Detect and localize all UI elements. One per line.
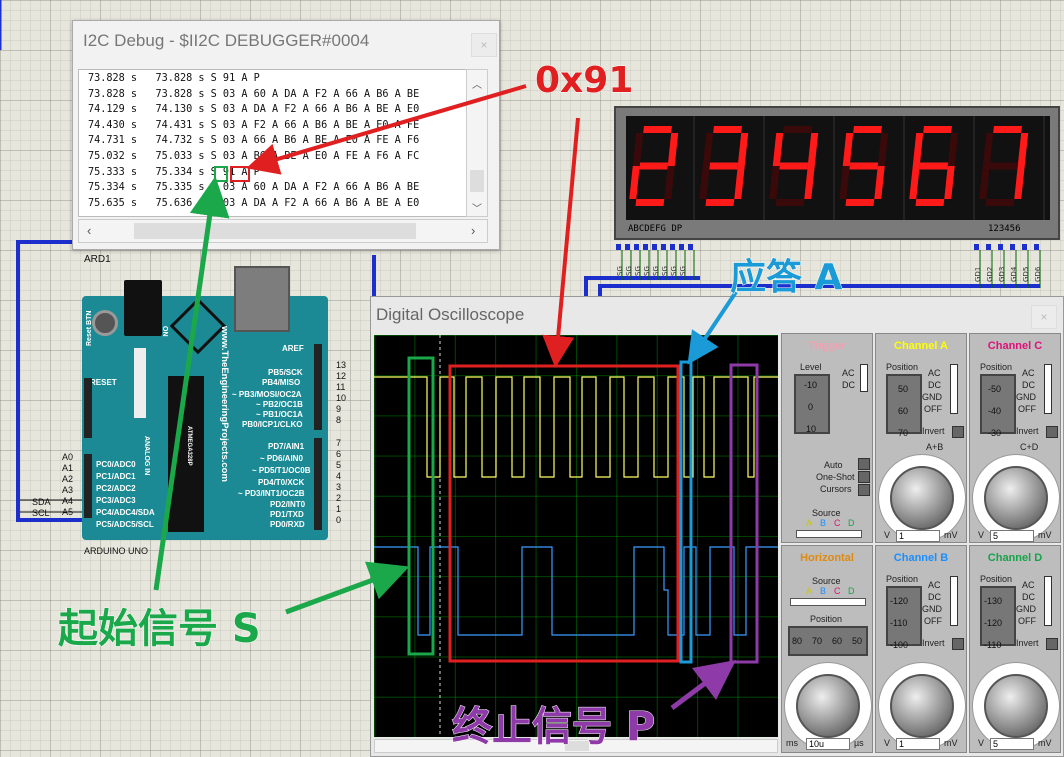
annotation-ack: 应答 A	[729, 257, 843, 299]
annotation-start: 起始信号 S	[58, 606, 262, 653]
annotation-hex: 0x91	[534, 60, 634, 102]
annotation-stop: 终止信号 P	[451, 704, 656, 751]
